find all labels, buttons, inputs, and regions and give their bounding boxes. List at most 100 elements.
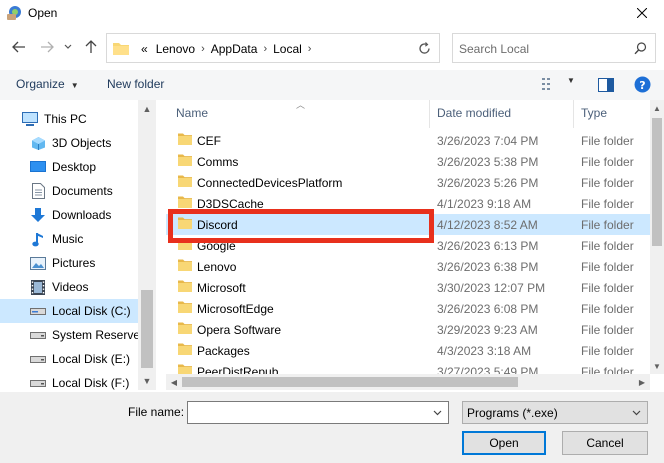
preview-pane-button[interactable]	[598, 78, 614, 95]
up-button[interactable]	[82, 38, 100, 56]
organize-menu[interactable]: Organize ▼	[16, 77, 79, 91]
sidebar-item-videos[interactable]: Videos	[0, 275, 140, 299]
caret-down-icon[interactable]: ▼	[567, 76, 575, 85]
sidebar-scrollbar[interactable]: ▲ ▼	[138, 100, 156, 390]
drive-icon	[30, 375, 46, 390]
scroll-up-icon[interactable]: ▲	[138, 100, 156, 118]
sidebar-item-local-disk-f[interactable]: Local Disk (F:)	[0, 371, 140, 390]
sidebar-item-downloads[interactable]: Downloads	[0, 203, 140, 227]
file-date: 3/26/2023 6:08 PM	[437, 302, 539, 316]
sidebar-item-3d-objects[interactable]: 3D Objects	[0, 131, 140, 155]
file-type-select[interactable]: Programs (*.exe)	[462, 401, 648, 424]
file-type: File folder	[581, 134, 634, 148]
cancel-button[interactable]: Cancel	[562, 431, 648, 455]
file-row[interactable]: Lenovo 3/26/2023 6:38 PM File folder	[166, 256, 650, 277]
new-folder-button[interactable]: New folder	[107, 77, 164, 91]
breadcrumb-lenovo[interactable]: Lenovo	[152, 42, 199, 56]
preview-pane-icon	[598, 78, 614, 92]
chevron-right-icon[interactable]: ›	[261, 43, 269, 55]
svg-text:?: ?	[639, 79, 645, 92]
file-name: Lenovo	[197, 260, 237, 274]
file-row[interactable]: ConnectedDevicesPlatform 3/26/2023 5:26 P…	[166, 172, 650, 193]
file-list-scrollbar-horizontal[interactable]: ◀ ▶	[166, 374, 650, 390]
file-type-dropdown-button[interactable]	[625, 402, 647, 423]
file-row[interactable]: CEF 3/26/2023 7:04 PM File folder	[166, 130, 650, 151]
file-name: Microsoft	[197, 281, 246, 295]
file-type-value: Programs (*.exe)	[467, 406, 558, 420]
column-divider[interactable]	[573, 100, 574, 128]
sidebar-item-music[interactable]: Music	[0, 227, 140, 251]
scroll-left-icon[interactable]: ◀	[166, 374, 182, 390]
scroll-down-icon[interactable]: ▼	[138, 372, 156, 390]
file-name-label: File name:	[128, 405, 185, 419]
view-options-button[interactable]	[542, 78, 558, 94]
sidebar-item-desktop[interactable]: Desktop	[0, 155, 140, 179]
file-type: File folder	[581, 281, 634, 295]
column-divider[interactable]	[429, 100, 430, 128]
file-name-dropdown-button[interactable]	[426, 402, 448, 423]
file-name: Opera Software	[197, 323, 282, 337]
picture-icon	[30, 255, 46, 271]
search-input[interactable]	[459, 40, 629, 58]
sidebar-item-local-disk-c[interactable]: Local Disk (C:)	[0, 299, 140, 323]
scrollbar-thumb[interactable]	[141, 290, 153, 368]
close-button[interactable]	[620, 0, 664, 26]
folder-icon	[113, 42, 129, 58]
file-row[interactable]: Opera Software 3/29/2023 9:23 AM File fold…	[166, 319, 650, 340]
file-row[interactable]: D3DSCache 4/1/2023 9:18 AM File folder	[166, 193, 650, 214]
desktop-icon	[30, 159, 46, 175]
chevron-right-icon[interactable]: ›	[199, 43, 207, 55]
folder-icon	[178, 217, 192, 232]
refresh-icon	[419, 41, 430, 54]
column-header-name[interactable]: Name	[176, 106, 208, 120]
breadcrumb-appdata[interactable]: AppData	[207, 42, 262, 56]
folder-icon	[178, 343, 192, 358]
close-icon	[637, 8, 647, 18]
scrollbar-thumb[interactable]	[182, 377, 518, 387]
chevron-right-icon[interactable]: ›	[306, 43, 314, 55]
column-header-type[interactable]: Type	[581, 106, 607, 120]
refresh-button[interactable]	[410, 33, 440, 63]
help-button[interactable]: ?	[634, 76, 651, 96]
scroll-right-icon[interactable]: ▶	[634, 374, 650, 390]
file-name-combo[interactable]	[187, 401, 449, 424]
address-bar[interactable]: « Lenovo › AppData › Local ›	[106, 33, 500, 63]
column-header-date[interactable]: Date modified	[437, 106, 511, 120]
sidebar-item-local-disk-e[interactable]: Local Disk (E:)	[0, 347, 140, 371]
folder-icon	[178, 301, 192, 316]
file-row[interactable]: MicrosoftEdge 3/26/2023 6:08 PM File folde…	[166, 298, 650, 319]
file-name-input[interactable]	[192, 405, 422, 421]
document-icon	[30, 183, 46, 199]
file-name: MicrosoftEdge	[197, 302, 274, 316]
file-type: File folder	[581, 218, 634, 232]
back-button[interactable]	[10, 38, 28, 56]
file-row[interactable]: Google 3/26/2023 6:13 PM File folder	[166, 235, 650, 256]
sidebar-item-pictures[interactable]: Pictures	[0, 251, 140, 275]
file-row[interactable]: Microsoft 3/30/2023 12:07 PM File folder	[166, 277, 650, 298]
file-row[interactable]: Packages 4/3/2023 3:18 AM File folder	[166, 340, 650, 361]
file-list-scrollbar-vertical[interactable]: ▲ ▼	[650, 100, 664, 374]
breadcrumb-overflow[interactable]: «	[137, 42, 152, 56]
folder-icon	[178, 133, 192, 148]
sidebar-item-system-reserved[interactable]: System Reserved	[0, 323, 140, 347]
sidebar-item-documents[interactable]: Documents	[0, 179, 140, 203]
sidebar-item-this-pc[interactable]: This PC	[0, 107, 140, 131]
file-row[interactable]: Comms 3/26/2023 5:38 PM File folder	[166, 151, 650, 172]
file-row[interactable]: Discord 4/12/2023 8:52 AM File folder	[166, 214, 650, 235]
breadcrumb-local[interactable]: Local	[269, 42, 306, 56]
file-type: File folder	[581, 176, 634, 190]
scroll-down-icon[interactable]: ▼	[650, 358, 664, 374]
folder-icon	[178, 322, 192, 337]
scroll-up-icon[interactable]: ▲	[650, 100, 664, 116]
file-name: Google	[197, 239, 236, 253]
search-icon[interactable]	[634, 42, 647, 58]
file-list: ︿ Name Date modified Type CEF 3/26/2023 7…	[166, 100, 664, 390]
file-name: CEF	[197, 134, 221, 148]
open-button[interactable]: Open	[462, 431, 546, 455]
recent-locations-button[interactable]	[62, 38, 74, 56]
search-box[interactable]	[452, 33, 656, 63]
chevron-down-icon	[433, 410, 441, 415]
forward-button[interactable]	[38, 38, 56, 56]
file-date: 3/26/2023 7:04 PM	[437, 134, 539, 148]
scrollbar-thumb[interactable]	[652, 118, 662, 246]
